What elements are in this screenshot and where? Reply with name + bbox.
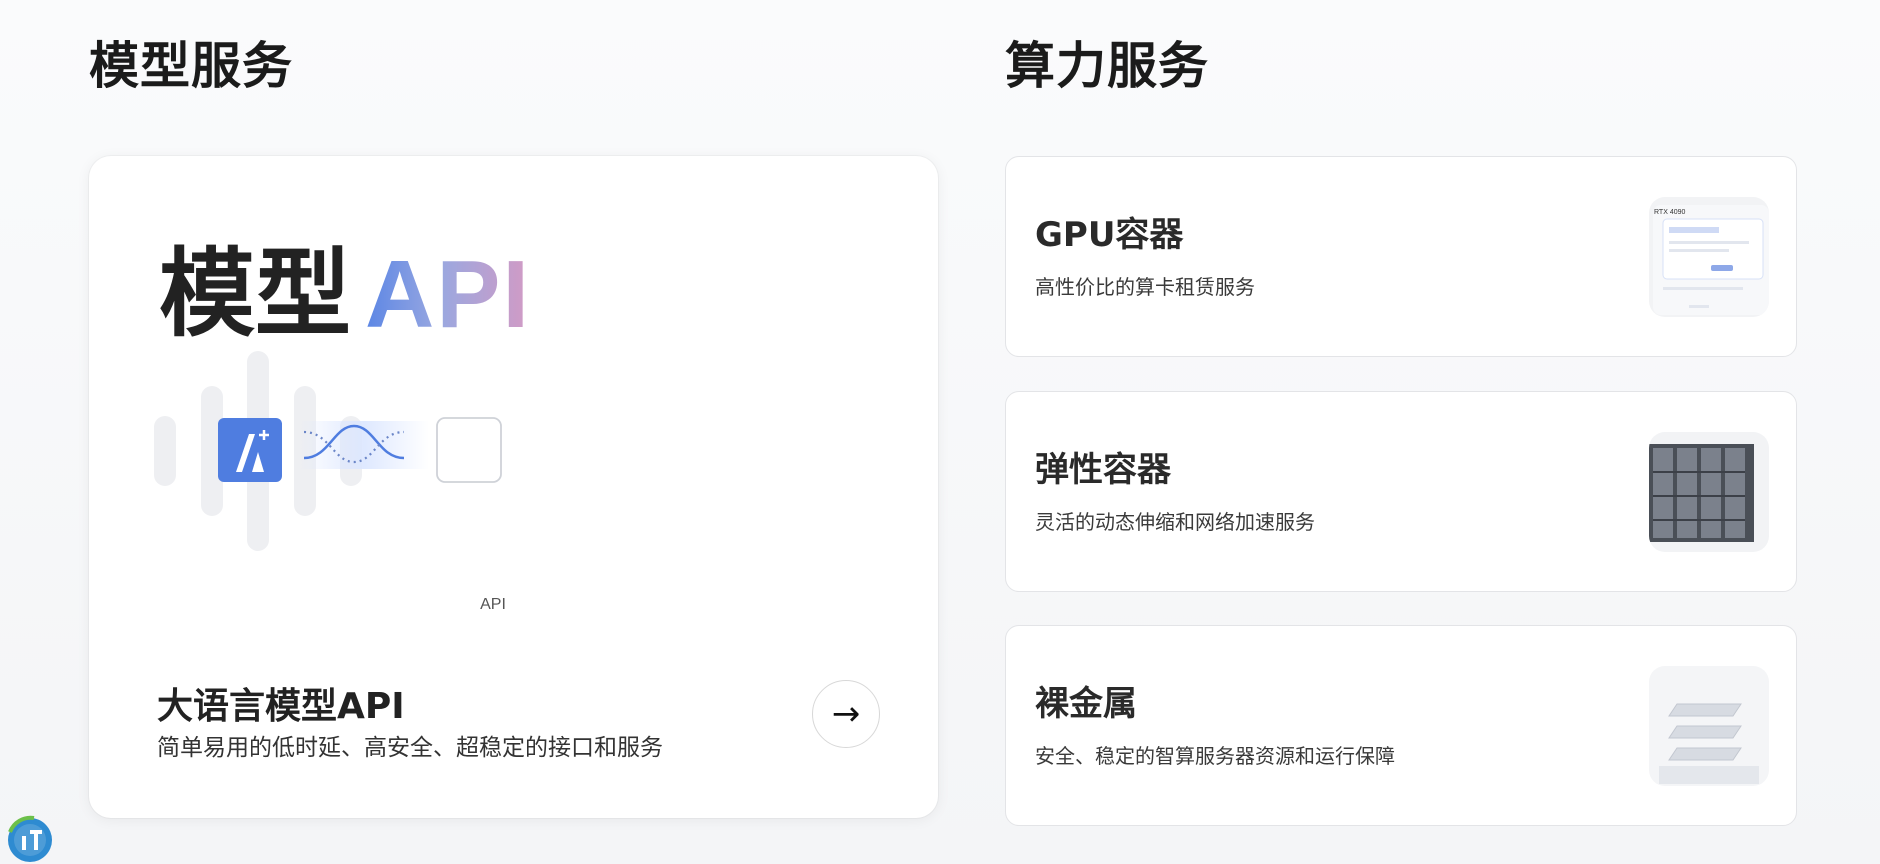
card-subtitle: 简单易用的低时延、高安全、超稳定的接口和服务 <box>157 735 663 761</box>
service-card-gpu-container[interactable]: GPU容器 高性价比的算卡租赁服务 RTX 4090 <box>1005 156 1797 357</box>
model-api-card[interactable]: 模型 API API 大语言模型API 简单易用的低时延、高安全、超稳定的接口和… <box>89 156 938 818</box>
arrow-right-icon: → <box>831 694 861 734</box>
service-title: 弹性容器 <box>1035 450 1171 490</box>
hero-title: 模型 API <box>159 246 531 343</box>
watermark-logo-icon <box>8 815 52 862</box>
brand-logo-icon <box>218 418 282 482</box>
service-card-bare-metal[interactable]: 裸金属 安全、稳定的智算服务器资源和运行保障 <box>1005 625 1797 826</box>
api-box-label: API <box>480 596 506 613</box>
api-box <box>436 417 502 483</box>
stacked-layers-icon <box>1649 666 1769 786</box>
gpu-thumbnail-icon: RTX 4090 <box>1649 197 1769 317</box>
hero-title-api: API <box>365 241 532 348</box>
gpu-thumbnail-label: RTX 4090 <box>1654 209 1686 216</box>
service-desc: 高性价比的算卡租赁服务 <box>1035 275 1255 299</box>
server-rack-icon <box>1649 432 1769 552</box>
service-card-elastic-container[interactable]: 弹性容器 灵活的动态伸缩和网络加速服务 <box>1005 391 1797 592</box>
hero-title-zh: 模型 <box>159 238 351 350</box>
service-title: GPU容器 <box>1035 215 1184 255</box>
section-title-model-services: 模型服务 <box>89 37 293 95</box>
page: 模型服务 算力服务 模型 API API 大语言模型API 简单易用的低时延、高… <box>0 0 1880 864</box>
service-desc: 安全、稳定的智算服务器资源和运行保障 <box>1035 744 1395 768</box>
arrow-right-button[interactable]: → <box>812 680 880 748</box>
card-heading: 大语言模型API <box>157 686 405 727</box>
api-illustration <box>154 351 502 551</box>
service-title: 裸金属 <box>1035 684 1137 724</box>
section-title-compute-services: 算力服务 <box>1005 37 1209 95</box>
service-desc: 灵活的动态伸缩和网络加速服务 <box>1035 510 1315 534</box>
